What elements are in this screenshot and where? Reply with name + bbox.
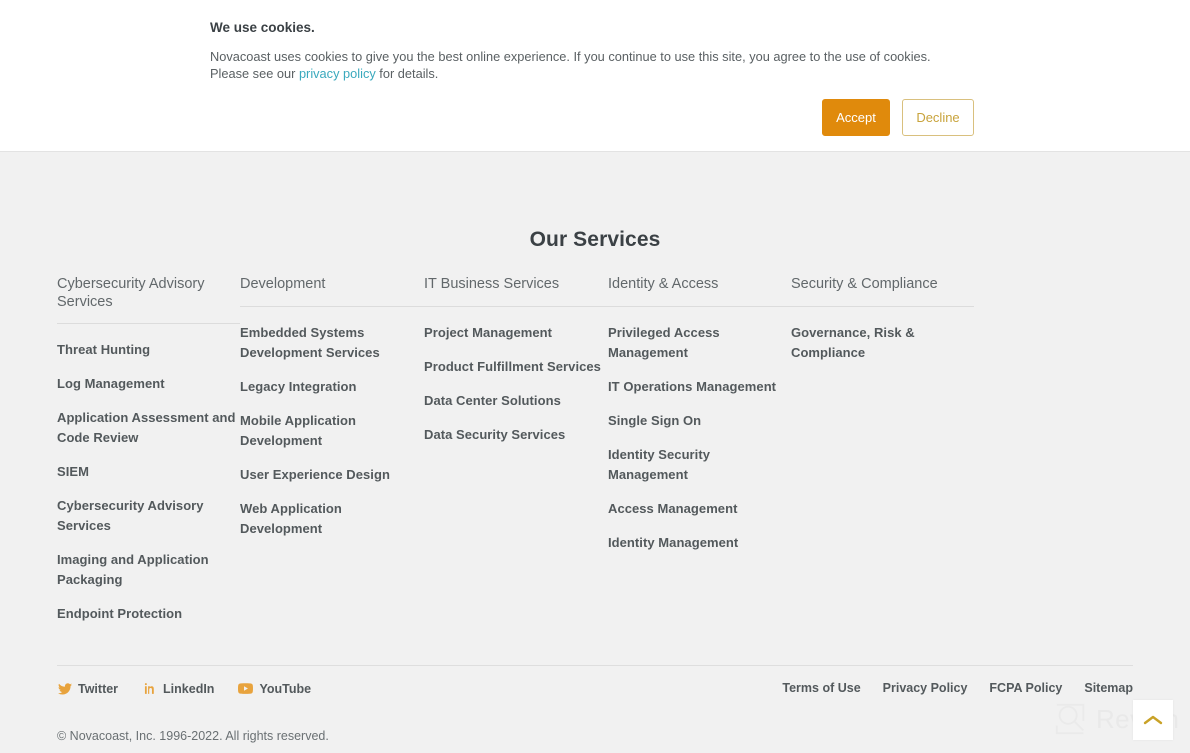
social-label: YouTube bbox=[259, 681, 312, 696]
footer-divider bbox=[57, 665, 1133, 666]
service-link-application-assessment-and-code-review[interactable]: Application Assessment and Code Review bbox=[57, 408, 240, 448]
legal-link-fcpa-policy[interactable]: FCPA Policy bbox=[989, 681, 1062, 695]
column-heading: IT Business Services bbox=[424, 276, 608, 307]
service-link-single-sign-on[interactable]: Single Sign On bbox=[608, 411, 791, 431]
services-column-cybersecurity-advisory-services: Cybersecurity Advisory Services Threat H… bbox=[57, 276, 240, 624]
service-link-user-experience-design[interactable]: User Experience Design bbox=[240, 465, 424, 485]
chevron-up-icon bbox=[1143, 714, 1163, 726]
service-link-threat-hunting[interactable]: Threat Hunting bbox=[57, 340, 240, 360]
legal-link-terms-of-use[interactable]: Terms of Use bbox=[782, 681, 860, 695]
scroll-to-top-button[interactable] bbox=[1133, 700, 1173, 740]
service-link-data-center-solutions[interactable]: Data Center Solutions bbox=[424, 391, 608, 411]
twitter-icon bbox=[57, 681, 72, 696]
social-links: Twitter LinkedIn YouTube bbox=[57, 681, 335, 696]
service-link-identity-security-management[interactable]: Identity Security Management bbox=[608, 445, 791, 485]
legal-link-sitemap[interactable]: Sitemap bbox=[1084, 681, 1133, 695]
decline-cookies-button[interactable]: Decline bbox=[902, 99, 974, 136]
cookie-banner-actions: Accept Decline bbox=[822, 99, 974, 136]
social-label: Twitter bbox=[78, 681, 119, 696]
social-link-youtube[interactable]: YouTube bbox=[238, 681, 311, 696]
services-columns: Cybersecurity Advisory Services Threat H… bbox=[57, 276, 1133, 624]
accept-cookies-button[interactable]: Accept bbox=[822, 99, 890, 136]
service-link-product-fulfillment-services[interactable]: Product Fulfillment Services bbox=[424, 357, 608, 377]
service-link-project-management[interactable]: Project Management bbox=[424, 323, 608, 343]
column-heading: Security & Compliance bbox=[791, 276, 974, 307]
service-link-governance-risk-and-compliance[interactable]: Governance, Risk & Compliance bbox=[791, 323, 974, 363]
services-column-it-business-services: IT Business Services Project Management … bbox=[424, 276, 608, 445]
service-link-it-operations-management[interactable]: IT Operations Management bbox=[608, 377, 791, 397]
service-link-web-application-development[interactable]: Web Application Development bbox=[240, 499, 424, 539]
revain-logo-icon bbox=[1052, 700, 1090, 738]
service-link-access-management[interactable]: Access Management bbox=[608, 499, 791, 519]
service-link-siem[interactable]: SIEM bbox=[57, 462, 240, 482]
cookie-body-text-after: for details. bbox=[375, 66, 439, 81]
social-link-linkedin[interactable]: LinkedIn bbox=[142, 681, 214, 696]
service-link-privileged-access-management[interactable]: Privileged Access Management bbox=[608, 323, 791, 363]
service-link-legacy-integration[interactable]: Legacy Integration bbox=[240, 377, 424, 397]
copyright-text: © Novacoast, Inc. 1996-2022. All rights … bbox=[57, 729, 329, 743]
services-column-development: Development Embedded Systems Development… bbox=[240, 276, 424, 539]
cookie-banner-title: We use cookies. bbox=[210, 20, 315, 35]
service-link-mobile-application-development[interactable]: Mobile Application Development bbox=[240, 411, 424, 451]
service-link-endpoint-protection[interactable]: Endpoint Protection bbox=[57, 604, 240, 624]
column-heading: Cybersecurity Advisory Services bbox=[57, 276, 240, 324]
cookie-banner-body: Novacoast uses cookies to give you the b… bbox=[210, 48, 970, 82]
service-link-embedded-systems-development-services[interactable]: Embedded Systems Development Services bbox=[240, 323, 424, 363]
cookie-consent-banner: We use cookies. Novacoast uses cookies t… bbox=[0, 0, 1190, 152]
services-column-security-and-compliance: Security & Compliance Governance, Risk &… bbox=[791, 276, 974, 363]
legal-link-privacy-policy[interactable]: Privacy Policy bbox=[883, 681, 968, 695]
service-link-imaging-and-application-packaging[interactable]: Imaging and Application Packaging bbox=[57, 550, 240, 590]
legal-links: Terms of Use Privacy Policy FCPA Policy … bbox=[760, 681, 1133, 695]
youtube-icon bbox=[238, 681, 254, 696]
service-link-data-security-services[interactable]: Data Security Services bbox=[424, 425, 608, 445]
social-link-twitter[interactable]: Twitter bbox=[57, 681, 118, 696]
page-title: Our Services bbox=[529, 228, 661, 251]
services-column-identity-and-access: Identity & Access Privileged Access Mana… bbox=[608, 276, 791, 553]
service-link-identity-management[interactable]: Identity Management bbox=[608, 533, 791, 553]
page-root: development & managed services. We've bu… bbox=[0, 0, 1190, 753]
column-heading: Development bbox=[240, 276, 424, 307]
privacy-policy-link[interactable]: privacy policy bbox=[299, 66, 376, 81]
column-heading: Identity & Access bbox=[608, 276, 791, 307]
linkedin-icon bbox=[142, 681, 157, 696]
service-link-cybersecurity-advisory-services[interactable]: Cybersecurity Advisory Services bbox=[57, 496, 240, 536]
social-label: LinkedIn bbox=[163, 681, 215, 696]
service-link-log-management[interactable]: Log Management bbox=[57, 374, 240, 394]
